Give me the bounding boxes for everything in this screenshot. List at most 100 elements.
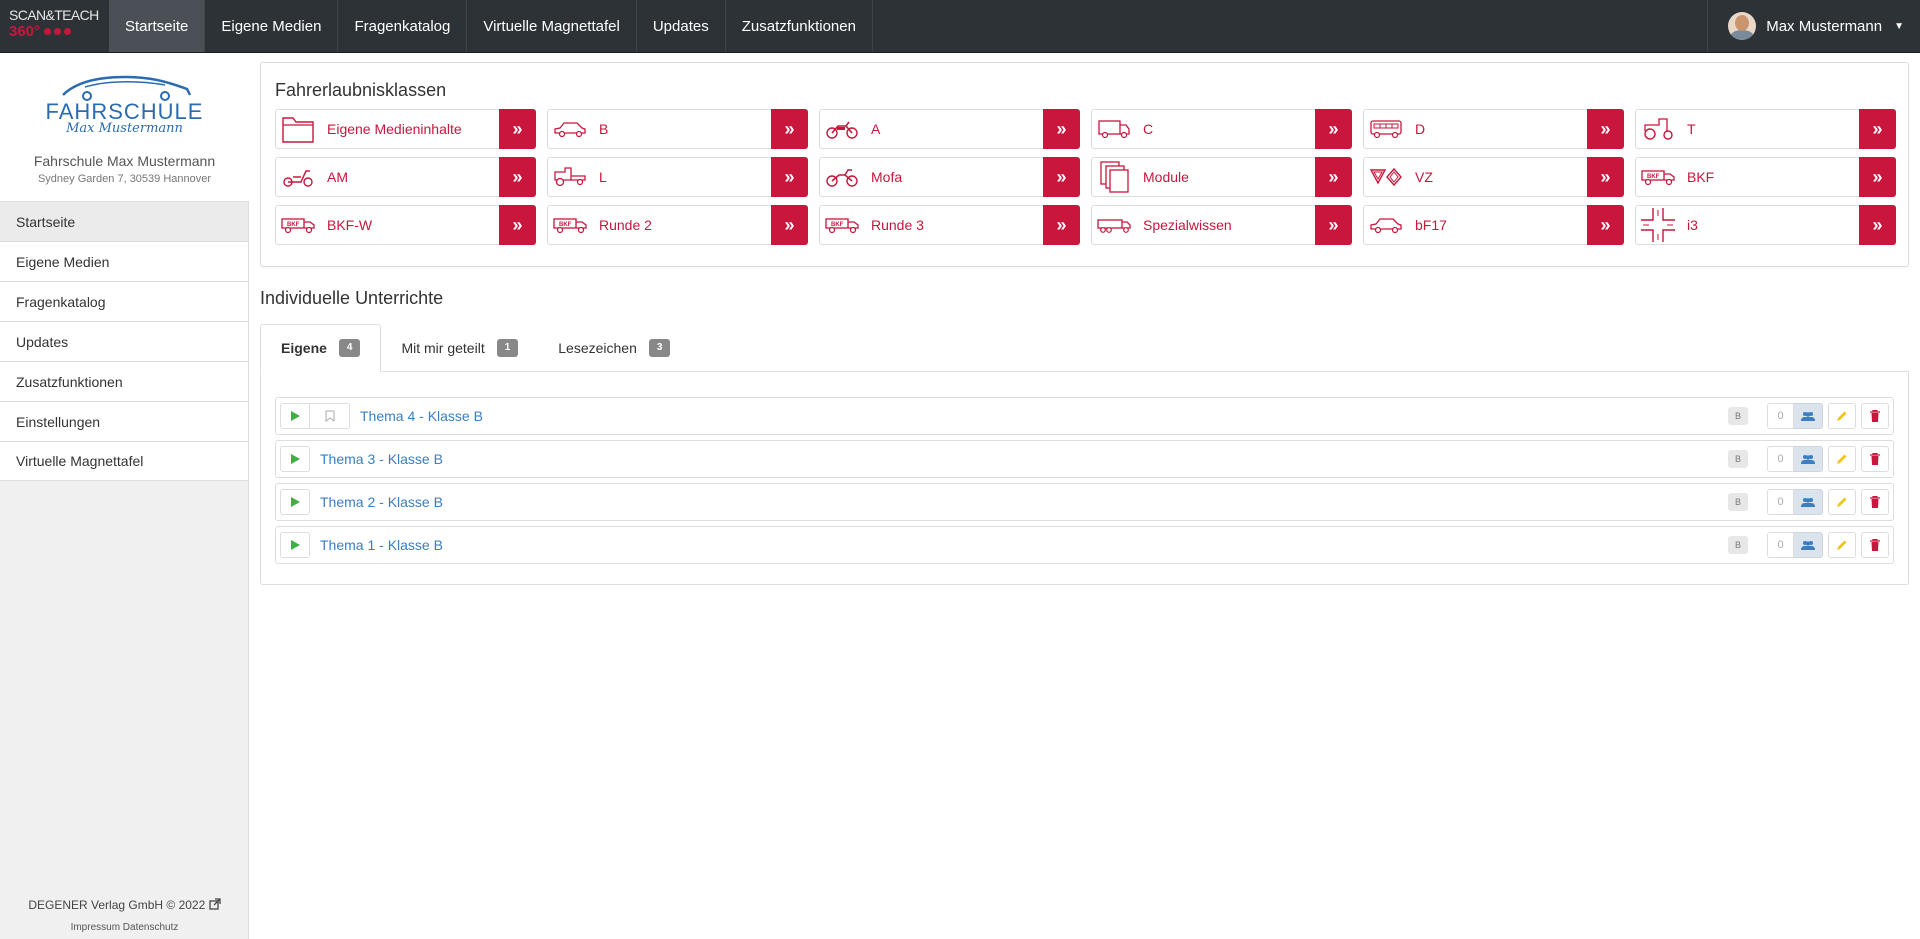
double-chevron-right-icon[interactable]: » <box>499 157 536 197</box>
bookmark-icon[interactable] <box>310 403 350 429</box>
pencil-icon[interactable] <box>1828 403 1856 429</box>
sidebar-item-eigene-medien[interactable]: Eigene Medien <box>0 241 248 281</box>
brand-dots <box>44 28 72 35</box>
play-icon[interactable] <box>280 446 310 472</box>
class-button-bkf[interactable]: BKF BKF » <box>1635 157 1896 197</box>
class-button-c[interactable]: C» <box>1091 109 1352 149</box>
double-chevron-right-icon[interactable]: » <box>1587 205 1624 245</box>
car-logo-icon <box>61 75 191 101</box>
users-icon[interactable] <box>1794 403 1823 429</box>
sidebar-item-startseite[interactable]: Startseite <box>0 201 248 241</box>
double-chevron-right-icon[interactable]: » <box>499 205 536 245</box>
class-button-module[interactable]: Module » <box>1091 157 1352 197</box>
nav-item-virtuelle-magnettafel[interactable]: Virtuelle Magnettafel <box>467 0 637 52</box>
double-chevron-right-icon[interactable]: » <box>499 109 536 149</box>
class-label: Eigene Medieninhalte <box>327 121 462 137</box>
bkf-truck-icon: BKF <box>1638 158 1678 196</box>
lesson-title-link[interactable]: Thema 1 - Klasse B <box>320 537 1728 553</box>
class-label: C <box>1143 121 1154 137</box>
semi-truck-icon <box>1094 206 1134 244</box>
users-icon[interactable] <box>1794 532 1823 558</box>
double-chevron-right-icon[interactable]: » <box>1043 157 1080 197</box>
double-chevron-right-icon[interactable]: » <box>771 157 808 197</box>
double-chevron-right-icon[interactable]: » <box>1859 157 1896 197</box>
users-icon[interactable] <box>1794 489 1823 515</box>
app-logo[interactable]: SCAN&TEACH 360° <box>0 0 109 52</box>
footer-links[interactable]: Impressum Datenschutz <box>0 922 249 933</box>
documents-icon <box>1094 158 1134 196</box>
sidebar-item-zusatzfunktionen[interactable]: Zusatzfunktionen <box>0 361 248 401</box>
tab-label: Lesezeichen <box>558 340 637 356</box>
class-button-l[interactable]: L» <box>547 157 808 197</box>
nav-item-eigene-medien[interactable]: Eigene Medien <box>205 0 339 52</box>
pencil-icon[interactable] <box>1828 446 1856 472</box>
nav-item-updates[interactable]: Updates <box>637 0 726 52</box>
class-button-bkf-w[interactable]: BKF BKF-W » <box>275 205 536 245</box>
double-chevron-right-icon[interactable]: » <box>1587 157 1624 197</box>
class-button-runde-3[interactable]: BKF Runde 3 » <box>819 205 1080 245</box>
tab-lesezeichen[interactable]: Lesezeichen 3 <box>538 324 690 372</box>
pencil-icon[interactable] <box>1828 532 1856 558</box>
class-button-t[interactable]: T» <box>1635 109 1896 149</box>
class-label: VZ <box>1415 169 1433 185</box>
sidebar-item-fragenkatalog[interactable]: Fragenkatalog <box>0 281 248 321</box>
user-menu[interactable]: Max Mustermann ▼ <box>1707 0 1920 52</box>
lesson-title-link[interactable]: Thema 4 - Klasse B <box>360 408 1728 424</box>
class-button-d[interactable]: D» <box>1363 109 1624 149</box>
share-count: 0 <box>1767 489 1794 515</box>
class-button-mofa[interactable]: Mofa » <box>819 157 1080 197</box>
trash-icon[interactable] <box>1861 532 1889 558</box>
bkf-truck-icon: BKF <box>822 206 862 244</box>
double-chevron-right-icon[interactable]: » <box>1315 205 1352 245</box>
class-badge: B <box>1728 493 1748 511</box>
class-badge: B <box>1728 536 1748 554</box>
pencil-icon[interactable] <box>1828 489 1856 515</box>
trash-icon[interactable] <box>1861 403 1889 429</box>
trash-icon[interactable] <box>1861 489 1889 515</box>
class-button-eigene-medieninhalte[interactable]: Eigene Medieninhalte » <box>275 109 536 149</box>
sidebar-item-einstellungen[interactable]: Einstellungen <box>0 401 248 441</box>
sidebar-item-virtuelle-magnettafel[interactable]: Virtuelle Magnettafel <box>0 441 248 481</box>
trash-icon[interactable] <box>1861 446 1889 472</box>
play-icon[interactable] <box>280 403 310 429</box>
class-button-i3[interactable]: i3 » <box>1635 205 1896 245</box>
play-icon[interactable] <box>280 532 310 558</box>
class-label: L <box>599 169 607 185</box>
double-chevron-right-icon[interactable]: » <box>1315 157 1352 197</box>
car-icon <box>550 110 590 148</box>
nav-item-startseite[interactable]: Startseite <box>109 0 206 52</box>
tab-mit-mir-geteilt[interactable]: Mit mir geteilt 1 <box>381 324 538 372</box>
class-button-bf17[interactable]: bF17 » <box>1363 205 1624 245</box>
double-chevron-right-icon[interactable]: » <box>771 205 808 245</box>
double-chevron-right-icon[interactable]: » <box>1859 109 1896 149</box>
class-button-vz[interactable]: VZ » <box>1363 157 1624 197</box>
double-chevron-right-icon[interactable]: » <box>1859 205 1896 245</box>
lesson-title-link[interactable]: Thema 2 - Klasse B <box>320 494 1728 510</box>
external-link-icon[interactable] <box>208 898 221 910</box>
class-label: T <box>1687 121 1696 137</box>
double-chevron-right-icon[interactable]: » <box>1043 205 1080 245</box>
double-chevron-right-icon[interactable]: » <box>1315 109 1352 149</box>
class-button-spezialwissen[interactable]: Spezialwissen » <box>1091 205 1352 245</box>
class-label: AM <box>327 169 348 185</box>
nav-item-zusatzfunktionen[interactable]: Zusatzfunktionen <box>726 0 873 52</box>
intersection-icon <box>1638 206 1678 244</box>
count-badge: 1 <box>496 339 519 357</box>
sidebar-item-updates[interactable]: Updates <box>0 321 248 361</box>
tab-eigene[interactable]: Eigene 4 <box>260 324 382 372</box>
double-chevron-right-icon[interactable]: » <box>1043 109 1080 149</box>
users-icon[interactable] <box>1794 446 1823 472</box>
class-button-b[interactable]: B» <box>547 109 808 149</box>
double-chevron-right-icon[interactable]: » <box>771 109 808 149</box>
class-button-runde-2[interactable]: BKF Runde 2 » <box>547 205 808 245</box>
double-chevron-right-icon[interactable]: » <box>1587 109 1624 149</box>
brand-360: 360° <box>9 23 41 40</box>
class-button-am[interactable]: AM » <box>275 157 536 197</box>
class-button-a[interactable]: A» <box>819 109 1080 149</box>
main-nav: Startseite Eigene Medien Fragenkatalog V… <box>109 0 873 52</box>
play-icon[interactable] <box>280 489 310 515</box>
top-navbar: SCAN&TEACH 360° Startseite Eigene Medien… <box>0 0 1920 53</box>
lesson-title-link[interactable]: Thema 3 - Klasse B <box>320 451 1728 467</box>
nav-item-fragenkatalog[interactable]: Fragenkatalog <box>338 0 468 52</box>
school-logo-box: FAHRSCHULE Max Mustermann Fahrschule Max… <box>0 53 249 201</box>
